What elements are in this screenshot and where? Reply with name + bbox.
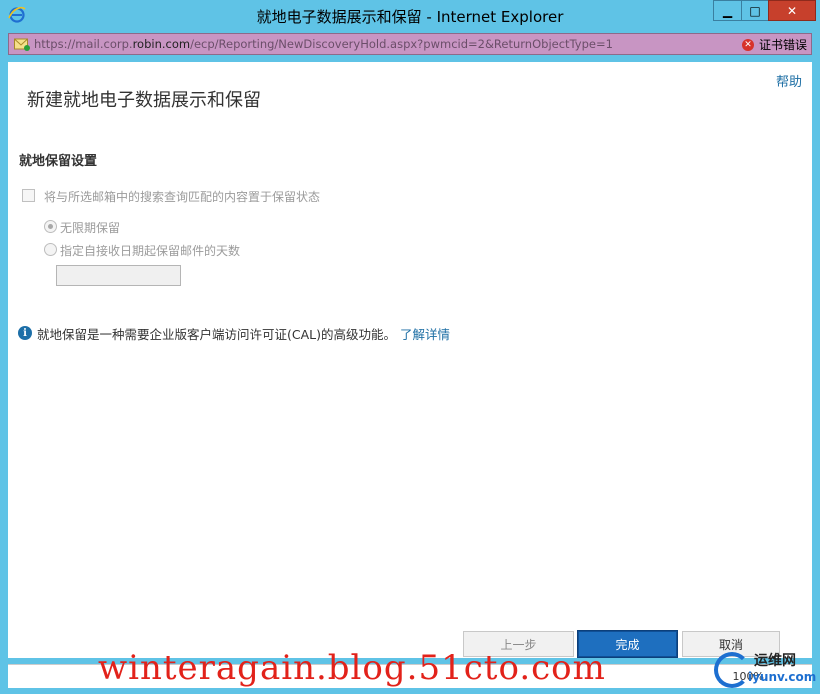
learn-more-link[interactable]: 了解详情 [400,327,450,342]
url-text[interactable]: https://mail.corp.robin.com/ecp/Reportin… [34,37,613,51]
certificate-error-label: 证书错误 [758,38,807,52]
certificate-error[interactable]: ✕ 证书错误 [741,36,807,53]
ie-window: 就地电子数据展示和保留 - Internet Explorer ▁ □ ✕ ht… [0,0,820,694]
indefinite-hold-radio[interactable] [44,220,57,233]
page-title: 新建就地电子数据展示和保留 [27,90,261,111]
hold-checkbox[interactable] [22,189,35,202]
address-bar[interactable]: https://mail.corp.robin.com/ecp/Reportin… [8,33,812,55]
section-title: 就地保留设置 [19,154,98,169]
dialog-content: 帮助 新建就地电子数据展示和保留 就地保留设置 将与所选邮箱中的搜索查询匹配的内… [8,62,812,658]
watermark-logo-text: 运维网 [754,653,796,669]
maximize-button[interactable]: □ [741,0,769,21]
days-hold-label: 指定自接收日期起保留邮件的天数 [60,244,241,258]
hold-checkbox-label: 将与所选邮箱中的搜索查询匹配的内容置于保留状态 [44,190,321,204]
watermark-logo-icon [714,652,750,688]
error-icon: ✕ [741,38,754,51]
mail-icon [14,38,30,51]
info-icon: i [18,326,32,340]
hold-days-input[interactable] [56,265,181,286]
help-link[interactable]: 帮助 [776,71,802,90]
days-hold-radio[interactable] [44,243,57,256]
window-title: 就地电子数据展示和保留 - Internet Explorer [256,8,564,26]
close-button[interactable]: ✕ [768,0,816,21]
indefinite-hold-label: 无限期保留 [60,221,121,235]
info-message: 就地保留是一种需要企业版客户端访问许可证(CAL)的高级功能。 了解详情 [37,327,451,342]
watermark-text: winteragain.blog.51cto.com [98,648,606,688]
title-bar[interactable]: 就地电子数据展示和保留 - Internet Explorer ▁ □ ✕ [0,0,820,32]
minimize-button[interactable]: ▁ [713,0,742,21]
watermark-logo-sub: iyunv.com [748,670,817,684]
